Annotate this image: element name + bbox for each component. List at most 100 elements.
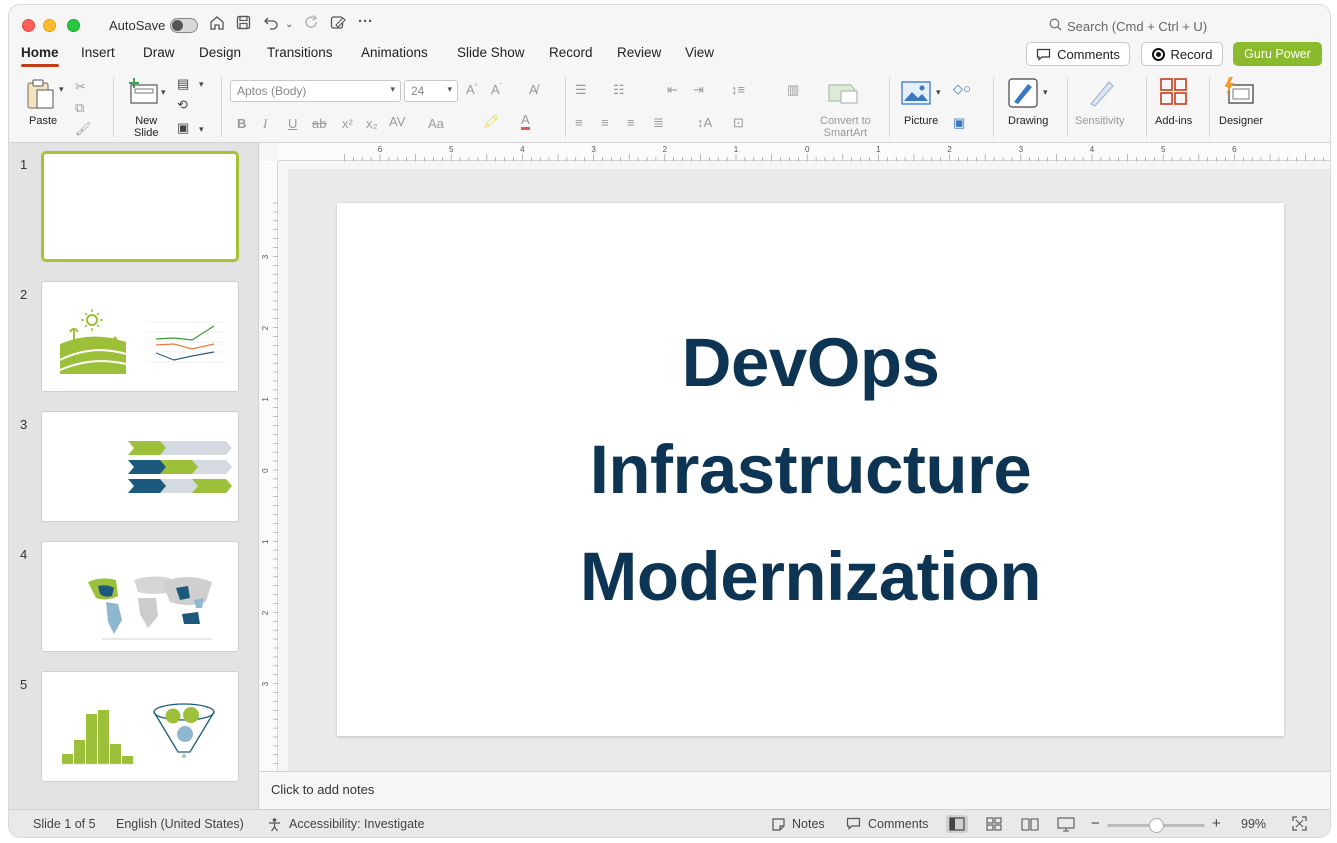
character-spacing-icon[interactable]: AV [389, 114, 405, 129]
zoom-out-icon[interactable]: − [1091, 815, 1100, 832]
strikethrough-icon[interactable]: ab [312, 116, 326, 131]
undo-dropdown-chevron-icon[interactable]: ⌄ [285, 19, 293, 30]
copy-icon[interactable]: ⧉ [75, 100, 84, 116]
tab-home[interactable]: Home [21, 45, 59, 67]
home-icon[interactable] [209, 15, 225, 34]
slide-thumbnail-3[interactable] [41, 411, 239, 522]
slide-title-placeholder[interactable]: DevOps Infrastructure Modernization [337, 203, 1284, 736]
picture-icon[interactable] [901, 81, 931, 110]
tab-animations[interactable]: Animations [361, 45, 428, 60]
redo-icon[interactable] [304, 15, 319, 34]
slide-thumbnail-5[interactable] [41, 671, 239, 782]
designer-icon[interactable] [1223, 77, 1255, 112]
font-color-icon[interactable]: A [521, 113, 530, 130]
italic-icon[interactable]: I [263, 116, 267, 132]
slideshow-button[interactable] [1055, 815, 1077, 833]
sensitivity-icon[interactable] [1087, 78, 1115, 113]
decrease-font-size-icon[interactable]: Aˇ [491, 82, 502, 97]
vertical-ruler[interactable]: 3 2 1 0 1 2 3 [260, 161, 278, 771]
underline-icon[interactable]: U [288, 116, 297, 131]
save-icon[interactable] [236, 15, 251, 34]
align-center-icon[interactable]: ≡ [601, 115, 609, 130]
section-chevron-icon[interactable]: ▾ [199, 124, 204, 135]
fit-to-window-icon[interactable] [1292, 816, 1307, 834]
tab-insert[interactable]: Insert [81, 45, 115, 60]
increase-font-size-icon[interactable]: A^ [466, 82, 478, 97]
format-painter-icon[interactable]: 🖌 [75, 121, 92, 137]
clear-formatting-icon[interactable]: A̸ [529, 82, 538, 97]
add-ins-icon[interactable] [1160, 78, 1188, 111]
comment-icon[interactable] [846, 817, 861, 833]
accessibility-status[interactable]: Accessibility: Investigate [289, 817, 424, 831]
comments-toggle-button[interactable]: Comments [868, 817, 928, 831]
reset-slide-icon[interactable]: ⟲ [177, 97, 188, 113]
zoom-level[interactable]: 99% [1241, 817, 1266, 831]
tab-review[interactable]: Review [617, 45, 661, 60]
minimize-window-button[interactable] [43, 19, 56, 32]
change-case-icon[interactable]: Aa [428, 116, 444, 131]
tab-draw[interactable]: Draw [143, 45, 175, 60]
tab-design[interactable]: Design [199, 45, 241, 60]
increase-indent-icon[interactable]: ⇥ [693, 82, 704, 98]
decrease-indent-icon[interactable]: ⇤ [667, 82, 678, 98]
slide-thumbnails-panel[interactable]: 1 2 3 4 5 [9, 143, 259, 809]
superscript-icon[interactable]: x² [342, 116, 353, 131]
bullets-icon[interactable]: ☰ [575, 82, 587, 98]
more-options-icon[interactable]: ··· [358, 13, 373, 30]
bold-icon[interactable]: B [237, 116, 246, 131]
drawing-icon[interactable] [1008, 78, 1038, 113]
new-slide-chevron-icon[interactable]: ▾ [161, 87, 166, 98]
smartart-icon[interactable] [827, 81, 861, 112]
justify-icon[interactable]: ≣ [653, 115, 664, 131]
zoom-in-icon[interactable]: + [1212, 815, 1221, 832]
language-indicator[interactable]: English (United States) [116, 817, 244, 831]
columns-icon[interactable]: ▥ [787, 82, 799, 98]
tab-view[interactable]: View [685, 45, 714, 60]
align-text-icon[interactable]: ⊡ [733, 115, 744, 131]
accessibility-icon[interactable] [267, 817, 282, 835]
notes-icon[interactable] [771, 817, 786, 834]
paste-icon[interactable] [26, 78, 56, 115]
text-box-icon[interactable]: ▣ [953, 115, 965, 131]
font-name-dropdown[interactable]: Aptos (Body) ▾ [230, 80, 401, 102]
slide-thumbnail-1[interactable] [41, 151, 239, 262]
comments-button[interactable]: Comments [1026, 42, 1130, 66]
tab-record[interactable]: Record [549, 45, 593, 60]
autosave-toggle[interactable] [170, 18, 198, 33]
guru-power-button[interactable]: Guru Power [1233, 42, 1322, 66]
tab-slide-show[interactable]: Slide Show [457, 45, 525, 60]
paste-chevron-icon[interactable]: ▾ [59, 84, 64, 95]
layout-icon[interactable]: ▤ [177, 76, 189, 92]
highlight-icon[interactable]: 🖍 [483, 114, 500, 130]
horizontal-ruler[interactable]: 6 5 4 3 2 1 0 1 2 3 4 5 6 [278, 143, 1330, 161]
current-slide[interactable]: DevOps Infrastructure Modernization [337, 203, 1284, 736]
align-right-icon[interactable]: ≡ [627, 115, 635, 130]
reading-view-button[interactable] [1019, 815, 1041, 833]
search-input[interactable]: Search (Cmd + Ctrl + U) [1067, 19, 1207, 34]
layout-chevron-icon[interactable]: ▾ [199, 79, 204, 90]
record-button[interactable]: Record [1141, 42, 1223, 66]
normal-view-button[interactable] [946, 815, 968, 833]
new-slide-icon[interactable] [127, 77, 159, 110]
numbering-icon[interactable]: ☷ [613, 82, 625, 98]
zoom-slider-knob[interactable] [1149, 818, 1164, 833]
drawing-chevron-icon[interactable]: ▾ [1043, 87, 1048, 98]
subscript-icon[interactable]: x₂ [366, 116, 378, 131]
shapes-icon[interactable]: ◇○ [953, 81, 971, 97]
edit-document-icon[interactable] [330, 15, 346, 34]
maximize-window-button[interactable] [67, 19, 80, 32]
slide-thumbnail-4[interactable] [41, 541, 239, 652]
text-direction-icon[interactable]: ↕A [697, 115, 712, 130]
slide-sorter-button[interactable] [983, 815, 1005, 833]
notes-pane[interactable]: Click to add notes [260, 771, 1330, 809]
close-window-button[interactable] [22, 19, 35, 32]
font-size-dropdown[interactable]: 24 ▾ [404, 80, 458, 102]
cut-icon[interactable]: ✂ [75, 79, 86, 95]
line-spacing-icon[interactable]: ↕≡ [731, 82, 745, 97]
slide-thumbnail-2[interactable] [41, 281, 239, 392]
align-left-icon[interactable]: ≡ [575, 115, 583, 130]
tab-transitions[interactable]: Transitions [267, 45, 333, 60]
section-icon[interactable]: ▣ [177, 120, 189, 136]
undo-icon[interactable] [263, 15, 279, 34]
picture-chevron-icon[interactable]: ▾ [936, 87, 941, 98]
